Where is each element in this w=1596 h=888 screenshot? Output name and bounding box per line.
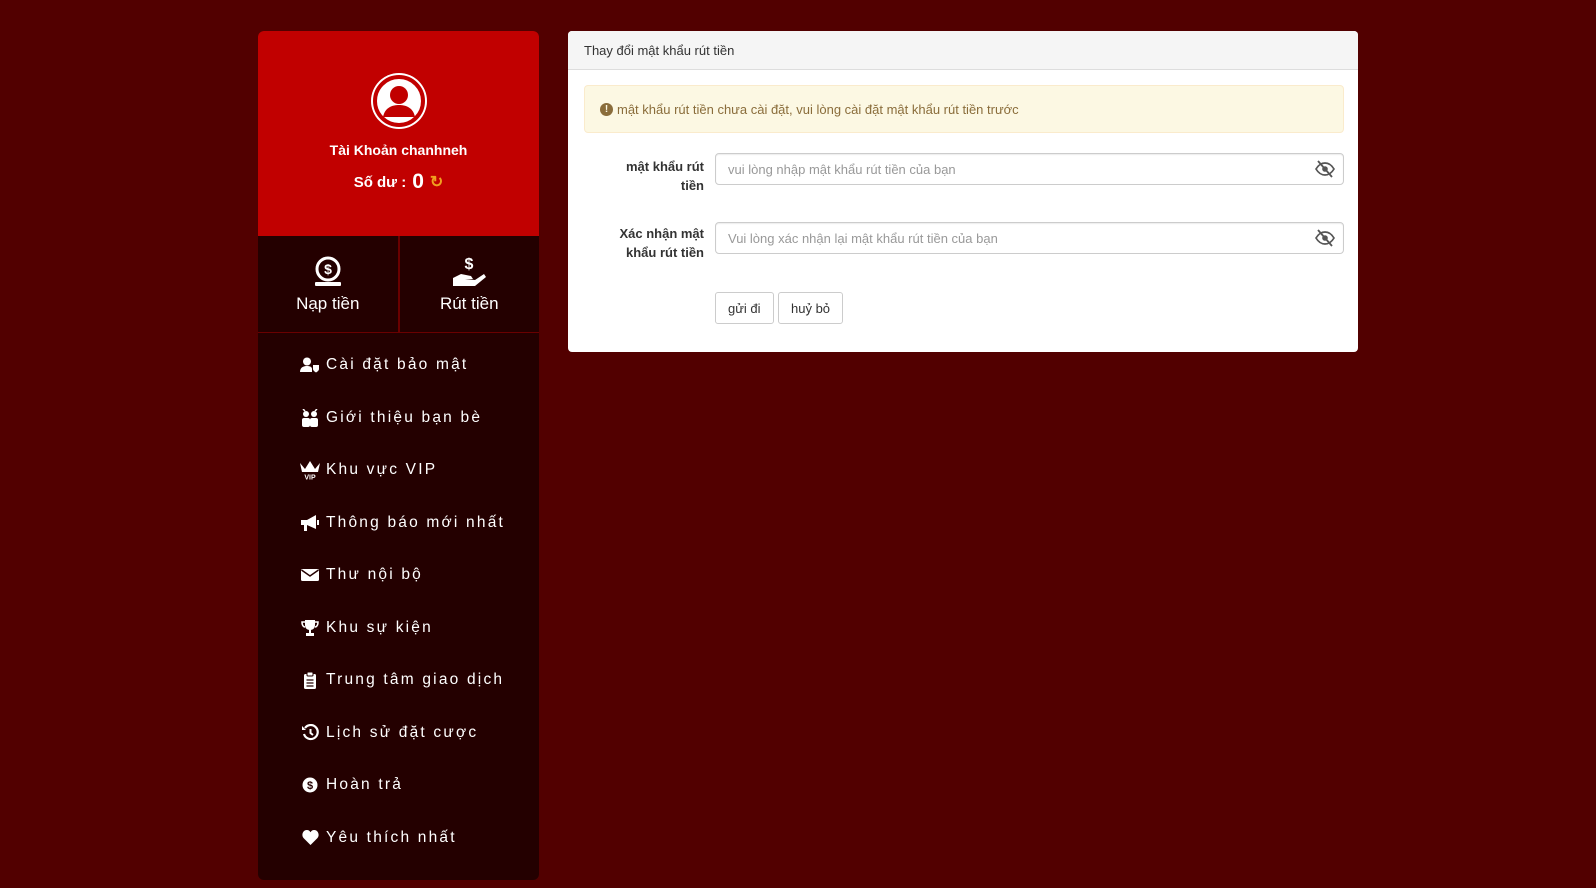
confirm-password-field <box>715 222 1344 254</box>
withdraw-label: Rút tiền <box>439 294 499 313</box>
sidebar-item-bet-history[interactable]: Lịch sử đặt cược <box>258 707 539 760</box>
eye-slash-icon[interactable] <box>1315 229 1335 252</box>
clipboard-icon <box>299 671 321 689</box>
svg-text:VIP: VIP <box>304 475 316 481</box>
label-line: tiền <box>680 178 704 193</box>
sidebar-item-label: Lịch sử đặt cược <box>326 723 479 741</box>
sidebar-item-referral[interactable]: Giới thiệu bạn bè <box>258 392 539 445</box>
svg-text:$: $ <box>307 780 313 792</box>
confirm-password-input[interactable] <box>716 223 1310 253</box>
panel-title: Thay đổi mật khẩu rút tiền <box>568 31 1358 70</box>
alert-text: mật khẩu rút tiền chưa cài đặt, vui lòng… <box>617 101 1019 117</box>
sidebar-item-vip[interactable]: VIP Khu vực VIP <box>258 444 539 497</box>
sidebar-item-announcements[interactable]: Thông báo mới nhất <box>258 497 539 550</box>
eye-slash-icon[interactable] <box>1315 160 1335 183</box>
confirm-password-label: Xác nhận mật khẩu rút tiền <box>584 224 704 262</box>
sidebar-item-label: Yêu thích nhất <box>326 828 457 846</box>
withdraw-password-input[interactable] <box>716 154 1310 184</box>
withdraw-password-label: mật khẩu rút tiền <box>584 157 704 195</box>
sidebar-item-label: Khu vực VIP <box>326 461 438 479</box>
svg-text:$: $ <box>465 256 474 273</box>
account-label: Tài Khoản <box>329 142 398 158</box>
envelope-icon <box>299 568 321 582</box>
balance-line: Số dư : 0 ↻ <box>354 170 444 194</box>
sidebar-item-label: Hoàn trả <box>326 776 404 794</box>
sidebar-item-inbox[interactable]: Thư nội bộ <box>258 549 539 602</box>
sidebar-item-rebate[interactable]: $ Hoàn trả <box>258 759 539 812</box>
account-line: Tài Khoản chanhneh <box>330 142 468 158</box>
sidebar-item-transactions[interactable]: Trung tâm giao dịch <box>258 654 539 707</box>
exclamation-circle-icon: ! <box>600 102 613 116</box>
avatar-icon <box>370 73 427 129</box>
sidebar-item-label: Thông báo mới nhất <box>326 513 506 531</box>
label-line: mật khẩu rút <box>625 159 704 174</box>
user-shield-icon <box>299 357 321 373</box>
balance-value: 0 <box>412 170 424 193</box>
sidebar-item-label: Giới thiệu bạn bè <box>326 408 483 426</box>
withdraw-button[interactable]: $ Rút tiền <box>397 236 540 332</box>
sidebar-item-security[interactable]: Cài đặt bảo mật <box>258 339 539 392</box>
withdraw-hand-icon: $ <box>453 256 487 286</box>
label-line: Xác nhận mật <box>619 226 704 241</box>
sidebar-item-label: Cài đặt bảo mật <box>326 356 469 374</box>
coin-icon: $ <box>299 777 321 793</box>
quick-actions: $ Nạp tiền $ Rút tiền <box>258 236 539 333</box>
profile-card: Tài Khoản chanhneh Số dư : 0 ↻ <box>258 31 539 236</box>
sidebar: Tài Khoản chanhneh Số dư : 0 ↻ $ Nạp tiề… <box>258 31 539 880</box>
svg-text:$: $ <box>324 261 332 277</box>
sidebar-item-label: Thư nội bộ <box>326 566 424 584</box>
vip-crown-icon: VIP <box>299 460 321 480</box>
warning-alert: ! mật khẩu rút tiền chưa cài đặt, vui lò… <box>584 85 1344 133</box>
sidebar-item-label: Trung tâm giao dịch <box>326 671 505 689</box>
label-line: khẩu rút tiền <box>625 245 704 260</box>
friends-icon <box>299 408 321 427</box>
username: chanhneh <box>401 142 468 158</box>
sidebar-menu: Cài đặt bảo mật Giới thiệu bạn bè VIP Kh… <box>258 333 539 864</box>
cancel-button[interactable]: huỷ bỏ <box>778 292 844 324</box>
change-withdraw-password-panel: Thay đổi mật khẩu rút tiền ! mật khẩu rú… <box>568 31 1358 352</box>
submit-button[interactable]: gửi đi <box>715 292 774 324</box>
sidebar-item-label: Khu sự kiện <box>326 618 433 636</box>
refresh-icon[interactable]: ↻ <box>430 172 443 192</box>
history-icon <box>299 724 321 741</box>
heart-icon <box>299 830 321 846</box>
trophy-icon <box>299 619 321 636</box>
sidebar-item-events[interactable]: Khu sự kiện <box>258 602 539 655</box>
deposit-button[interactable]: $ Nạp tiền <box>258 236 398 332</box>
sidebar-item-favorites[interactable]: Yêu thích nhất <box>258 812 539 865</box>
money-bag-icon: $ <box>314 256 341 286</box>
balance-label: Số dư : <box>353 173 407 191</box>
megaphone-icon <box>299 514 321 531</box>
withdraw-password-field <box>715 153 1344 185</box>
deposit-label: Nạp tiền <box>296 294 360 313</box>
